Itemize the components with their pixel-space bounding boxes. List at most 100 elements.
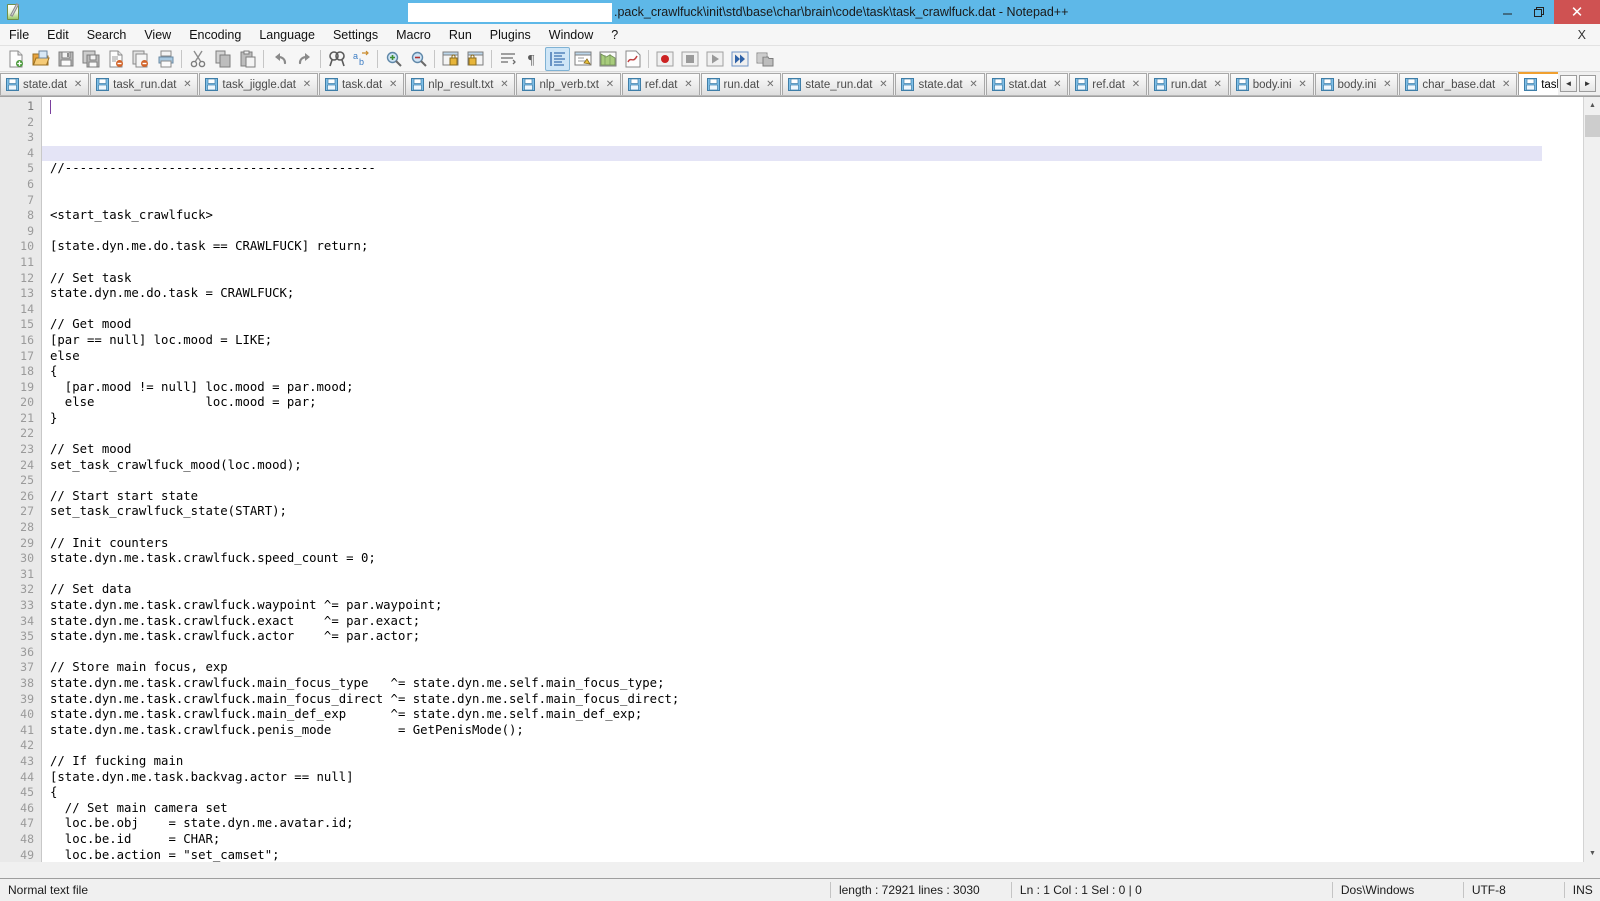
- code-line[interactable]: state.dyn.me.task.crawlfuck.exact ^= par…: [50, 614, 1583, 630]
- code-line[interactable]: // Store main focus, exp: [50, 660, 1583, 676]
- stop-macro-icon[interactable]: [677, 47, 702, 71]
- code-line[interactable]: // Set main camera set: [50, 801, 1583, 817]
- cut-icon[interactable]: [185, 47, 210, 71]
- code-line[interactable]: [50, 177, 1583, 193]
- code-line[interactable]: loc.be.action = "set_camset";: [50, 848, 1583, 863]
- code-line[interactable]: [par == null] loc.mood = LIKE;: [50, 333, 1583, 349]
- vertical-scrollbar[interactable]: ▲ ▼: [1583, 97, 1600, 862]
- tab-close-icon[interactable]: ✕: [683, 79, 695, 91]
- copy-icon[interactable]: [210, 47, 235, 71]
- find-icon[interactable]: [324, 47, 349, 71]
- menu-item-run[interactable]: Run: [440, 24, 481, 46]
- minimize-button[interactable]: [1492, 0, 1523, 24]
- code-line[interactable]: {: [50, 364, 1583, 380]
- play-macro-icon[interactable]: [702, 47, 727, 71]
- code-line[interactable]: [50, 520, 1583, 536]
- code-line[interactable]: [par.mood != null] loc.mood = par.mood;: [50, 380, 1583, 396]
- function-list-icon[interactable]: [620, 47, 645, 71]
- tab-close-icon[interactable]: ✕: [1051, 79, 1063, 91]
- redo-icon[interactable]: [292, 47, 317, 71]
- user-defined-dialog-icon[interactable]: [570, 47, 595, 71]
- code-line[interactable]: [50, 738, 1583, 754]
- document-tab[interactable]: task_run.dat✕: [90, 73, 198, 95]
- tab-close-icon[interactable]: ✕: [498, 79, 510, 91]
- code-line[interactable]: [50, 255, 1583, 271]
- close-file-icon[interactable]: [103, 47, 128, 71]
- code-text[interactable]: //--------------------------------------…: [42, 97, 1583, 862]
- tab-close-icon[interactable]: ✕: [877, 79, 889, 91]
- document-tab[interactable]: state.dat✕: [895, 73, 984, 95]
- close-window-button[interactable]: ✕: [1554, 0, 1600, 24]
- close-all-icon[interactable]: [128, 47, 153, 71]
- menu-item-language[interactable]: Language: [250, 24, 324, 46]
- paste-icon[interactable]: [235, 47, 260, 71]
- code-line[interactable]: loc.be.id = CHAR;: [50, 832, 1583, 848]
- code-line[interactable]: [50, 426, 1583, 442]
- vertical-scrollbar-thumb[interactable]: [1585, 115, 1600, 137]
- code-line[interactable]: state.dyn.me.task.crawlfuck.main_focus_t…: [50, 676, 1583, 692]
- save-all-icon[interactable]: [78, 47, 103, 71]
- code-line[interactable]: [50, 567, 1583, 583]
- zoom-out-icon[interactable]: [406, 47, 431, 71]
- document-tab[interactable]: body.ini✕: [1315, 73, 1399, 95]
- new-file-icon[interactable]: [3, 47, 28, 71]
- code-line[interactable]: state.dyn.me.task.crawlfuck.waypoint ^= …: [50, 598, 1583, 614]
- document-tab[interactable]: char_base.dat✕: [1399, 73, 1517, 95]
- menu-item-window[interactable]: Window: [540, 24, 602, 46]
- code-line[interactable]: [50, 193, 1583, 209]
- run-macro-multiple-icon[interactable]: [727, 47, 752, 71]
- menu-item-settings[interactable]: Settings: [324, 24, 387, 46]
- code-line[interactable]: // Init counters: [50, 536, 1583, 552]
- document-tab[interactable]: task.dat✕: [319, 73, 404, 95]
- document-tab[interactable]: state.dat✕: [0, 73, 89, 95]
- replace-icon[interactable]: a b: [349, 47, 374, 71]
- code-line[interactable]: loc.be.obj = state.dyn.me.avatar.id;: [50, 816, 1583, 832]
- record-macro-icon[interactable]: [652, 47, 677, 71]
- maximize-restore-button[interactable]: [1523, 0, 1554, 24]
- tab-close-icon[interactable]: ✕: [764, 79, 776, 91]
- sync-vertical-scroll-icon[interactable]: [438, 47, 463, 71]
- document-tab[interactable]: run.dat✕: [701, 73, 782, 95]
- code-line[interactable]: state.dyn.me.task.crawlfuck.actor ^= par…: [50, 629, 1583, 645]
- tab-close-icon[interactable]: ✕: [968, 79, 980, 91]
- code-line[interactable]: // Set mood: [50, 442, 1583, 458]
- document-tab[interactable]: stat.dat✕: [986, 73, 1069, 95]
- print-icon[interactable]: [153, 47, 178, 71]
- word-wrap-icon[interactable]: [495, 47, 520, 71]
- code-line[interactable]: // Set task: [50, 271, 1583, 287]
- menu-item-view[interactable]: View: [135, 24, 180, 46]
- code-line[interactable]: else loc.mood = par;: [50, 395, 1583, 411]
- document-map-icon[interactable]: [595, 47, 620, 71]
- menu-item-file[interactable]: File: [0, 24, 38, 46]
- scroll-up-arrow-icon[interactable]: ▲: [1584, 97, 1600, 114]
- code-line[interactable]: {: [50, 785, 1583, 801]
- tab-close-icon[interactable]: ✕: [1297, 79, 1309, 91]
- code-line[interactable]: [42, 146, 1542, 162]
- document-tab[interactable]: body.ini✕: [1230, 73, 1314, 95]
- code-line[interactable]: // Get mood: [50, 317, 1583, 333]
- document-tab[interactable]: nlp_result.txt✕: [405, 73, 515, 95]
- tab-close-icon[interactable]: ✕: [1212, 79, 1224, 91]
- menu-item-encoding[interactable]: Encoding: [180, 24, 250, 46]
- code-line[interactable]: <start_task_crawlfuck>: [50, 208, 1583, 224]
- show-all-characters-icon[interactable]: ¶: [520, 47, 545, 71]
- tab-close-icon[interactable]: ✕: [604, 79, 616, 91]
- indent-guide-icon[interactable]: [545, 47, 570, 71]
- code-line[interactable]: // If fucking main: [50, 754, 1583, 770]
- code-line[interactable]: state.dyn.me.do.task = CRAWLFUCK;: [50, 286, 1583, 302]
- code-line[interactable]: [state.dyn.me.task.backvag.actor == null…: [50, 770, 1583, 786]
- code-line[interactable]: // Set data: [50, 582, 1583, 598]
- tab-scroll-left-button[interactable]: ◄: [1560, 75, 1577, 92]
- close-document-button[interactable]: X: [1572, 24, 1592, 46]
- code-line[interactable]: [50, 645, 1583, 661]
- tab-scroll-right-button[interactable]: ►: [1579, 75, 1596, 92]
- code-line[interactable]: [50, 224, 1583, 240]
- menu-item-edit[interactable]: Edit: [38, 24, 78, 46]
- tab-close-icon[interactable]: ✕: [1381, 79, 1393, 91]
- sync-horizontal-scroll-icon[interactable]: [463, 47, 488, 71]
- code-line[interactable]: [50, 302, 1583, 318]
- document-tab[interactable]: run.dat✕: [1148, 73, 1229, 95]
- code-line[interactable]: }: [50, 411, 1583, 427]
- code-line[interactable]: [50, 473, 1583, 489]
- tab-close-icon[interactable]: ✕: [72, 79, 84, 91]
